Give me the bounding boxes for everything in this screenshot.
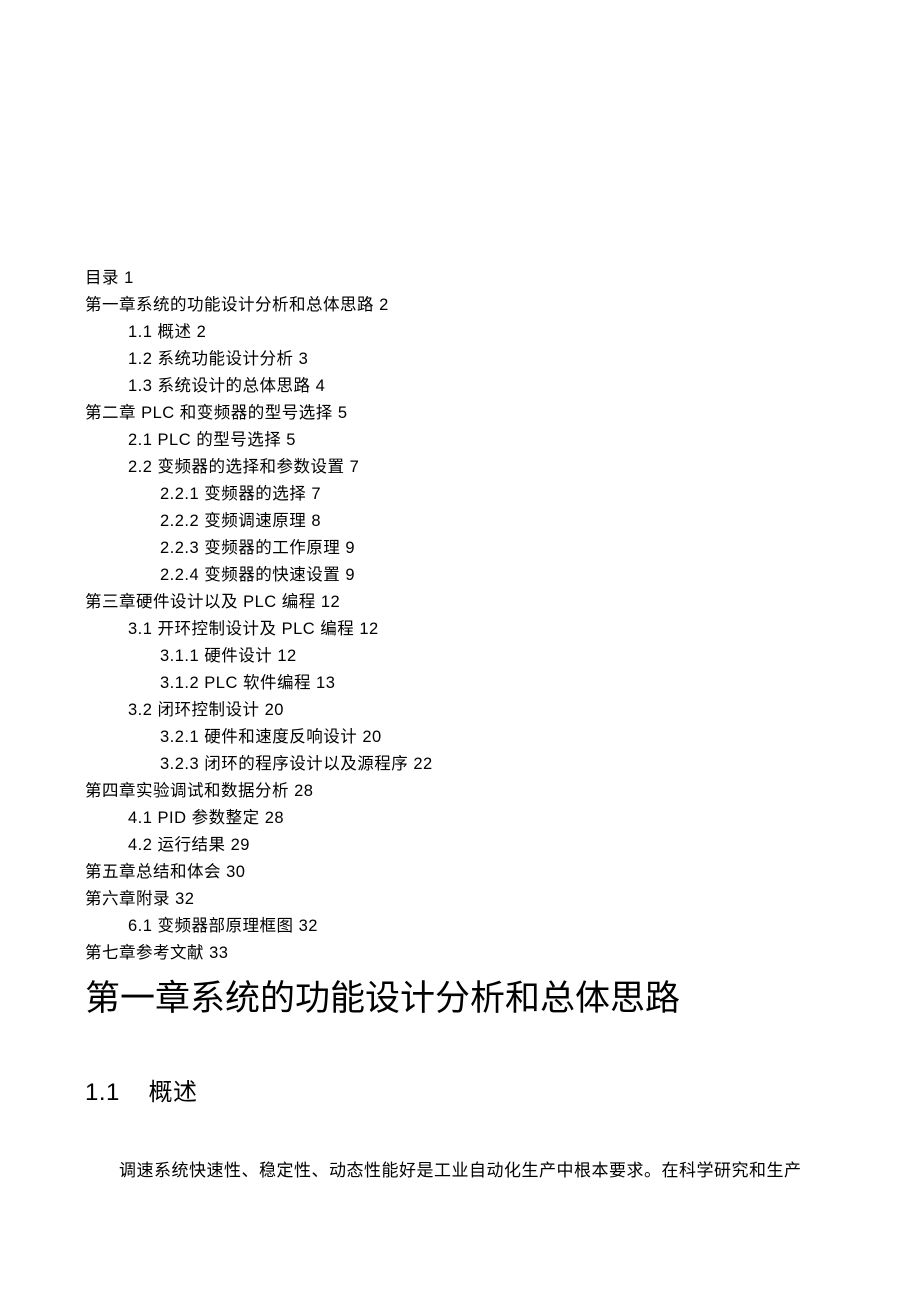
toc-entry-3-2-3: 3.2.3 闭环的程序设计以及源程序 22 (85, 751, 835, 778)
toc-entry-3-2: 3.2 闭环控制设计 20 (85, 697, 835, 724)
toc-entry-ch4: 第四章实验调试和数据分析 28 (85, 778, 835, 805)
toc-entry-1-3: 1.3 系统设计的总体思路 4 (85, 373, 835, 400)
toc-entry-contents: 目录 1 (85, 265, 835, 292)
toc-entry-2-2-3: 2.2.3 变频器的工作原理 9 (85, 535, 835, 562)
toc-entry-ch2: 第二章 PLC 和变频器的型号选择 5 (85, 400, 835, 427)
toc-entry-3-2-1: 3.2.1 硬件和速度反响设计 20 (85, 724, 835, 751)
toc-entry-2-2-2: 2.2.2 变频调速原理 8 (85, 508, 835, 535)
toc-entry-2-2-1: 2.2.1 变频器的选择 7 (85, 481, 835, 508)
toc-entry-2-1: 2.1 PLC 的型号选择 5 (85, 427, 835, 454)
toc-entry-3-1-2: 3.1.2 PLC 软件编程 13 (85, 670, 835, 697)
chapter-1-heading: 第一章系统的功能设计分析和总体思路 (85, 973, 835, 1025)
toc-entry-6-1: 6.1 变频器部原理框图 32 (85, 913, 835, 940)
toc-entry-2-2: 2.2 变频器的选择和参数设置 7 (85, 454, 835, 481)
toc-entry-1-1: 1.1 概述 2 (85, 319, 835, 346)
body-paragraph-1: 调速系统快速性、稳定性、动态性能好是工业自动化生产中根本要求。在科学研究和生产 (85, 1157, 835, 1185)
toc-entry-4-1: 4.1 PID 参数整定 28 (85, 805, 835, 832)
toc-entry-3-1: 3.1 开环控制设计及 PLC 编程 12 (85, 616, 835, 643)
section-number: 1.1 (85, 1079, 120, 1106)
toc-entry-ch6: 第六章附录 32 (85, 886, 835, 913)
toc-entry-ch1: 第一章系统的功能设计分析和总体思路 2 (85, 292, 835, 319)
section-1-1-heading: 1.1 概述 (85, 1077, 835, 1109)
toc-entry-4-2: 4.2 运行结果 29 (85, 832, 835, 859)
toc-entry-ch3: 第三章硬件设计以及 PLC 编程 12 (85, 589, 835, 616)
toc-entry-3-1-1: 3.1.1 硬件设计 12 (85, 643, 835, 670)
toc-entry-ch7: 第七章参考文献 33 (85, 940, 835, 967)
toc-entry-2-2-4: 2.2.4 变频器的快速设置 9 (85, 562, 835, 589)
toc-entry-ch5: 第五章总结和体会 30 (85, 859, 835, 886)
section-title-text: 概述 (149, 1079, 198, 1106)
toc-entry-1-2: 1.2 系统功能设计分析 3 (85, 346, 835, 373)
